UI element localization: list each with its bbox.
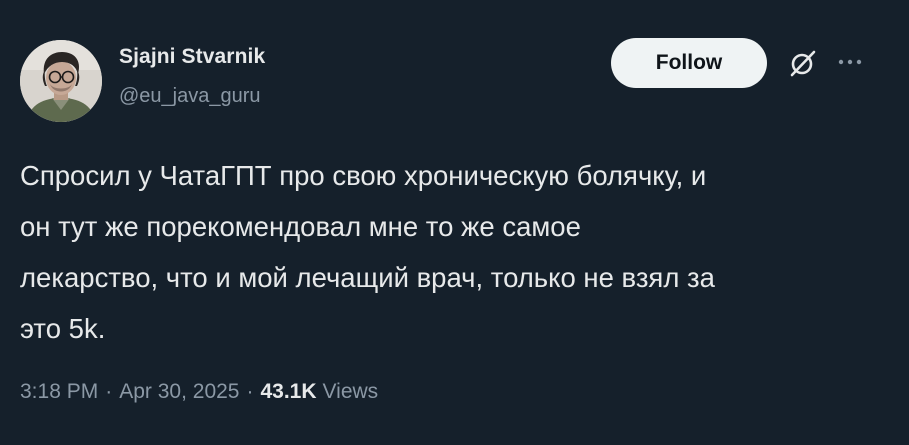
tweet-date[interactable]: Apr 30, 2025	[119, 380, 239, 404]
tweet-meta: 3:18 PM · Apr 30, 2025 · 43.1K Views	[20, 380, 378, 404]
views-label: Views	[322, 380, 379, 403]
author-handle[interactable]: @eu_java_guru	[119, 85, 261, 108]
tweet-text: Спросил у ЧатаГПТ про свою хроническую б…	[20, 160, 715, 344]
follow-button[interactable]: Follow	[611, 38, 767, 88]
avatar-image	[20, 40, 102, 122]
meta-separator: ·	[246, 380, 254, 403]
grok-icon[interactable]	[787, 47, 819, 79]
follow-button-label: Follow	[655, 51, 723, 74]
tweet-card: Sjajni Stvarnik @eu_java_guru Follow Спр…	[0, 0, 909, 445]
author-display-name[interactable]: Sjajni Stvarnik	[119, 45, 265, 69]
views-count: 43.1K	[260, 380, 317, 403]
tweet-time[interactable]: 3:18 PM	[20, 380, 98, 404]
avatar[interactable]	[20, 40, 102, 122]
meta-separator: ·	[105, 380, 113, 403]
more-icon[interactable]	[836, 55, 866, 69]
